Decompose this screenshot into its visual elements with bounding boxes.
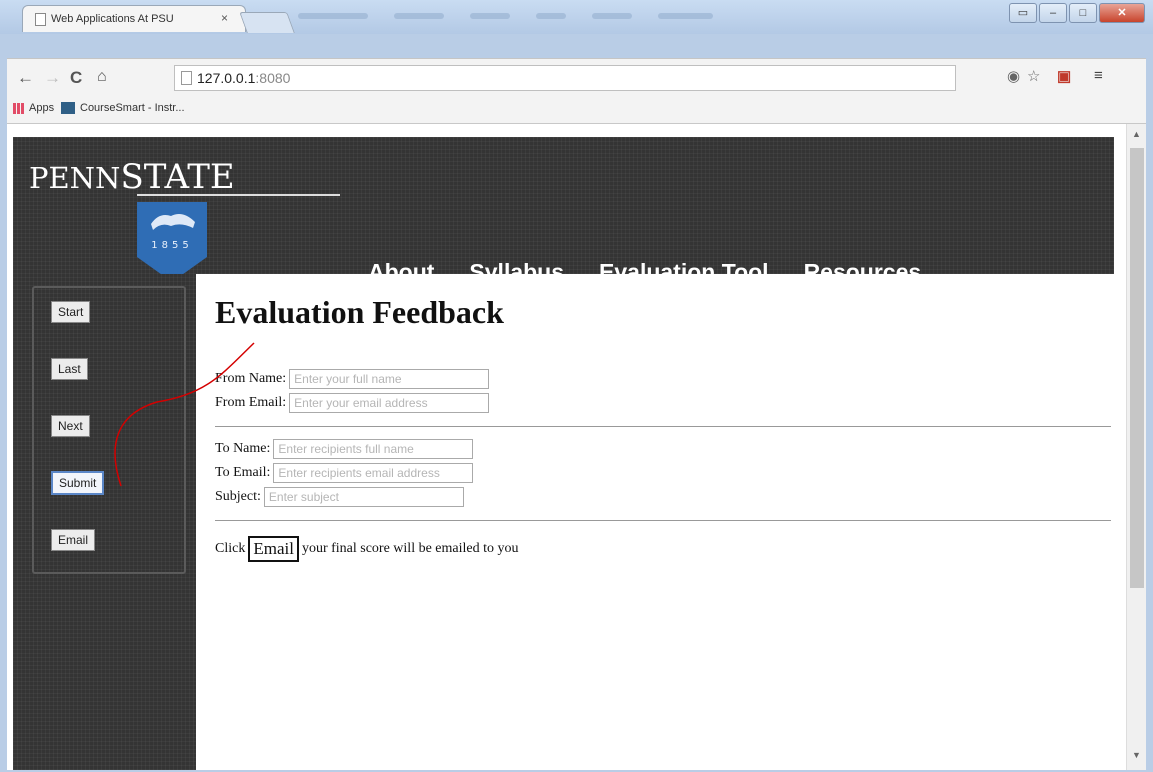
page-viewport: PENNSTATE 1855 About Syllabus Evaluation…	[7, 124, 1146, 770]
pdf-extension-icon[interactable]: ▣	[1057, 67, 1071, 85]
site-header: PENNSTATE 1855 About Syllabus Evaluation…	[13, 137, 1114, 285]
email-sidebar-button[interactable]: Email	[51, 529, 96, 551]
window-close-button[interactable]: ✕	[1099, 3, 1145, 23]
bookmark-apps[interactable]: Apps	[13, 102, 54, 114]
nav-about[interactable]: About	[368, 259, 434, 286]
scroll-thumb[interactable]	[1130, 148, 1144, 588]
start-button[interactable]: Start	[51, 301, 91, 323]
new-tab-button[interactable]	[239, 12, 295, 33]
browser-toolbar: ← → C ⌂ 127.0.0.1:8080 ◉ ☆ ▣ ≡	[7, 58, 1146, 96]
bookmarks-bar: Apps CourseSmart - Instr...	[7, 95, 1146, 124]
vertical-scrollbar[interactable]: ▲ ▼	[1126, 124, 1146, 770]
submit-button[interactable]: Submit	[51, 471, 105, 495]
to-name-label: To Name:	[215, 441, 271, 456]
home-icon[interactable]: ⌂	[97, 68, 107, 86]
to-email-label: To Email:	[215, 465, 271, 480]
bookmark-label: CourseSmart - Instr...	[80, 102, 185, 114]
from-name-label: From Name:	[215, 371, 287, 386]
last-button[interactable]: Last	[51, 358, 88, 380]
back-arrow-icon[interactable]: ←	[17, 68, 34, 88]
from-email-label: From Email:	[215, 395, 287, 410]
pennstate-logo[interactable]: PENNSTATE	[29, 157, 235, 197]
to-email-input[interactable]	[273, 463, 474, 483]
window-maximize-button[interactable]: □	[1069, 3, 1097, 23]
window-controls: ▭ – □ ✕	[1007, 3, 1145, 23]
logo-underline	[137, 194, 340, 196]
subject-label: Subject:	[215, 489, 261, 504]
subject-row: Subject:	[215, 487, 464, 507]
email-button[interactable]: Email	[248, 536, 299, 562]
window-minimize-button[interactable]: –	[1039, 3, 1067, 23]
from-name-row: From Name:	[215, 369, 490, 389]
top-navigation: About Syllabus Evaluation Tool Resources	[368, 259, 921, 286]
page-icon	[35, 13, 46, 26]
nittany-lion-shield-icon: 1855	[137, 202, 207, 282]
page-icon	[181, 71, 192, 85]
window-restore-button[interactable]: ▭	[1009, 3, 1037, 23]
from-email-row: From Email:	[215, 393, 490, 413]
location-icon[interactable]: ◉	[1007, 67, 1020, 85]
subject-input[interactable]	[263, 487, 464, 507]
instruction-text: your final score will be emailed to you	[301, 541, 519, 556]
from-name-input[interactable]	[289, 369, 490, 389]
apps-grid-icon	[13, 102, 24, 114]
reload-icon[interactable]: C	[70, 68, 82, 88]
bookmark-coursesmart[interactable]: CourseSmart - Instr...	[61, 102, 185, 114]
to-name-input[interactable]	[273, 439, 474, 459]
nav-syllabus[interactable]: Syllabus	[469, 259, 564, 286]
nav-resources[interactable]: Resources	[804, 259, 922, 286]
main-content: Evaluation Feedback From Name: From Emai…	[215, 294, 1115, 562]
url-text: 127.0.0.1:8080	[197, 70, 291, 86]
from-email-input[interactable]	[289, 393, 490, 413]
to-email-row: To Email:	[215, 463, 474, 483]
divider	[215, 426, 1111, 427]
tab-close-icon[interactable]: ×	[221, 11, 228, 25]
click-text: Click	[215, 541, 246, 556]
browser-tab[interactable]: Web Applications At PSU ×	[22, 5, 246, 32]
star-icon[interactable]: ☆	[1027, 67, 1040, 85]
email-instruction-row: Click Email your final score will be ema…	[215, 536, 519, 562]
menu-icon[interactable]: ≡	[1094, 67, 1103, 84]
to-name-row: To Name:	[215, 439, 474, 459]
divider	[215, 520, 1111, 521]
address-bar[interactable]: 127.0.0.1:8080	[174, 65, 956, 91]
scroll-up-icon[interactable]: ▲	[1132, 129, 1141, 139]
coursesmart-icon	[61, 102, 75, 114]
tab-title: Web Applications At PSU	[51, 13, 174, 25]
next-button[interactable]: Next	[51, 415, 90, 437]
page-title: Evaluation Feedback	[215, 294, 504, 330]
shield-year: 1855	[151, 240, 192, 251]
bookmark-label: Apps	[29, 102, 55, 114]
forward-arrow-icon[interactable]: →	[44, 68, 61, 88]
scroll-down-icon[interactable]: ▼	[1132, 750, 1141, 760]
nav-evaluation-tool[interactable]: Evaluation Tool	[599, 259, 769, 286]
